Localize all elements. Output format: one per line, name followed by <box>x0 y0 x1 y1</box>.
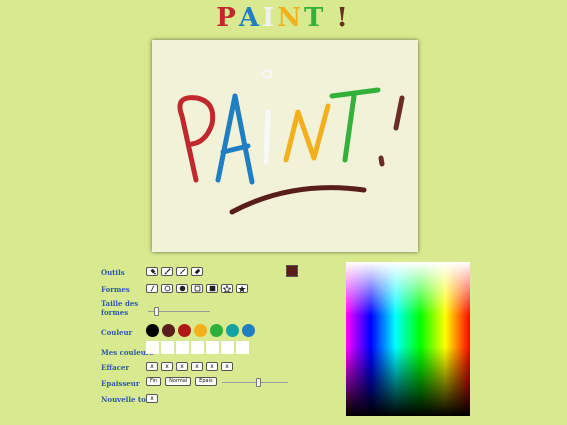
my-color-slot[interactable] <box>221 341 234 354</box>
eraser-tool-button[interactable] <box>191 267 203 276</box>
thickness-row: Fin Normal Epais <box>146 377 217 386</box>
stroke-i <box>263 109 271 165</box>
color-picker[interactable] <box>346 262 470 416</box>
color-swatch[interactable] <box>146 324 159 337</box>
thickness-epais-button[interactable]: Epais <box>195 377 217 386</box>
color-palette <box>146 324 255 337</box>
my-colors-row <box>146 341 249 354</box>
title-letter: N <box>277 3 304 33</box>
canvas-drawing <box>177 68 405 215</box>
my-color-slot[interactable] <box>161 341 174 354</box>
stroke-exclaim-dot <box>378 155 385 167</box>
color-swatch[interactable] <box>178 324 191 337</box>
stroke-t <box>329 87 381 163</box>
new-canvas-button[interactable]: x <box>146 394 158 403</box>
my-color-slot[interactable] <box>206 341 219 354</box>
line-icon <box>150 285 154 292</box>
thickness-normal-button[interactable]: Normal <box>165 377 192 386</box>
pencil-icon <box>179 268 185 275</box>
erase-button[interactable]: x <box>206 362 218 371</box>
erase-button[interactable]: x <box>191 362 203 371</box>
shapes-row <box>146 284 248 293</box>
page-title: PAINT ! <box>0 2 567 34</box>
color-picker-shade <box>346 262 470 416</box>
circle-shape-button[interactable] <box>161 284 173 293</box>
thickness-slider[interactable] <box>222 378 288 387</box>
shapes-label: Formes <box>101 285 130 294</box>
color-swatch[interactable] <box>242 324 255 337</box>
title-letter: T <box>303 3 327 33</box>
brush-tool-button[interactable] <box>161 267 173 276</box>
square-shape-button[interactable] <box>191 284 203 293</box>
erase-row: xxxxxx <box>146 362 233 371</box>
size-label-1: Taille des <box>101 299 139 308</box>
drawing-canvas[interactable] <box>152 40 418 252</box>
eraser-icon <box>194 268 200 275</box>
star-icon <box>223 284 231 293</box>
tools-label: Outils <box>101 268 125 277</box>
filled-circle-icon <box>179 285 185 292</box>
shape-size-thumb[interactable] <box>154 307 159 316</box>
erase-button[interactable]: x <box>161 362 173 371</box>
bucket-tool-button[interactable] <box>146 267 158 276</box>
square-icon <box>194 285 200 292</box>
title-letter: I <box>262 3 278 33</box>
title-letter: ! <box>336 3 351 33</box>
shape-size-slider[interactable] <box>148 307 210 316</box>
size-label-2: formes <box>101 308 129 317</box>
stroke-p <box>177 95 216 183</box>
filled-circle-shape-button[interactable] <box>176 284 188 293</box>
my-color-slot[interactable] <box>176 341 189 354</box>
star-shape-button[interactable] <box>221 284 233 293</box>
tools-row <box>146 267 203 276</box>
erase-button[interactable]: x <box>221 362 233 371</box>
filled-square-icon <box>209 285 215 292</box>
thickness-fin-button[interactable]: Fin <box>146 377 162 386</box>
color-swatch[interactable] <box>226 324 239 337</box>
stroke-dot <box>261 68 273 80</box>
circle-icon <box>164 285 170 292</box>
current-color-swatch <box>286 265 298 277</box>
thickness-track <box>222 382 288 383</box>
title-letter: P <box>216 3 239 33</box>
filled-star-shape-button[interactable] <box>236 284 248 293</box>
stroke-n <box>283 103 331 163</box>
thickness-label: Epaisseur <box>101 379 140 388</box>
new-canvas-row: x <box>146 394 158 403</box>
filled-square-shape-button[interactable] <box>206 284 218 293</box>
title-letter: A <box>238 3 263 33</box>
color-swatch[interactable] <box>210 324 223 337</box>
my-color-slot[interactable] <box>146 341 159 354</box>
filled-star-icon <box>238 284 246 292</box>
erase-button[interactable]: x <box>176 362 188 371</box>
color-label: Couleur <box>101 328 133 337</box>
brush-icon <box>164 268 171 275</box>
stroke-exclaim <box>393 95 405 131</box>
color-swatch[interactable] <box>162 324 175 337</box>
bucket-icon <box>149 268 156 275</box>
erase-button[interactable]: x <box>146 362 158 371</box>
stroke-a <box>215 93 255 185</box>
my-color-slot[interactable] <box>191 341 204 354</box>
color-swatch[interactable] <box>194 324 207 337</box>
my-color-slot[interactable] <box>236 341 249 354</box>
erase-label: Effacer <box>101 363 130 372</box>
line-shape-button[interactable] <box>146 284 158 293</box>
thickness-thumb[interactable] <box>256 378 261 387</box>
stroke-smile <box>229 185 367 215</box>
pencil-tool-button[interactable] <box>176 267 188 276</box>
